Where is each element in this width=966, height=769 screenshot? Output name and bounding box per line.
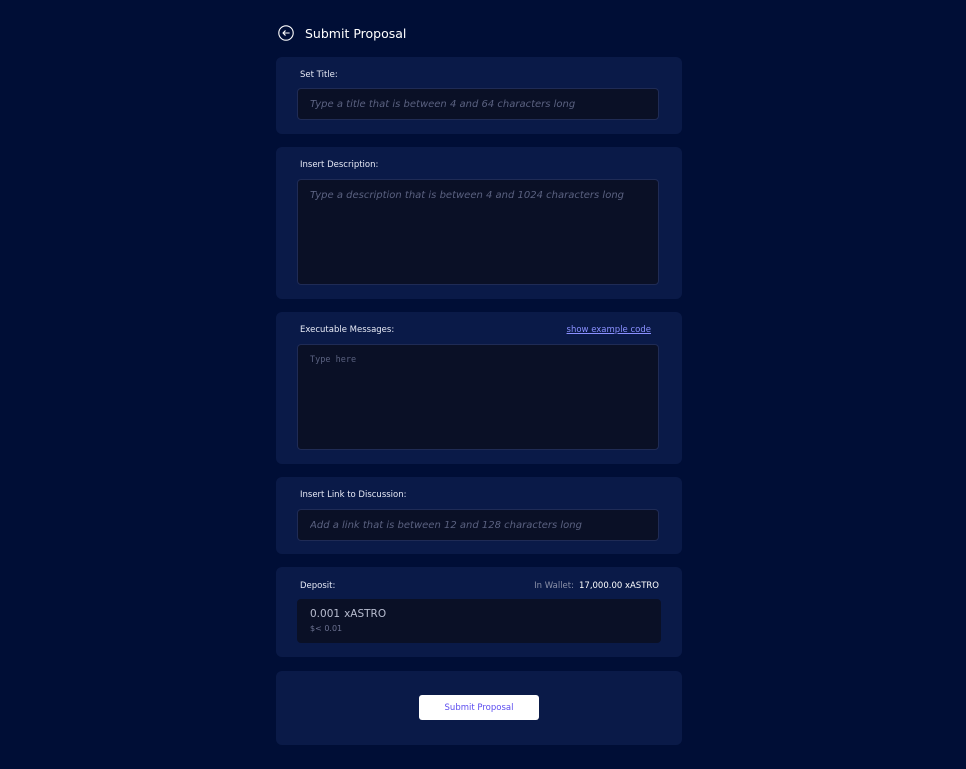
title-field xyxy=(297,88,659,120)
deposit-amount-value: 0.001 xyxy=(310,608,341,620)
deposit-token: xASTRO xyxy=(344,608,387,620)
discussion-link-card: Insert Link to Discussion: xyxy=(276,477,682,554)
deposit-amount: 0.001 xASTRO xyxy=(310,608,386,620)
deposit-usd-value: $< 0.01 xyxy=(310,624,343,633)
back-arrow-circle-icon[interactable] xyxy=(278,25,294,41)
messages-input[interactable] xyxy=(298,345,658,449)
title-card: Set Title: xyxy=(276,57,682,134)
submit-proposal-button[interactable]: Submit Proposal xyxy=(419,695,539,720)
description-field xyxy=(297,179,659,285)
discussion-link-field xyxy=(297,509,659,541)
deposit-amount-box: 0.001 xASTRO $< 0.01 xyxy=(297,599,661,643)
messages-label: Executable Messages: xyxy=(300,325,395,335)
messages-field xyxy=(297,344,659,450)
title-input[interactable] xyxy=(298,89,658,119)
page-title: Submit Proposal xyxy=(305,25,407,41)
description-card: Insert Description: xyxy=(276,147,682,299)
description-label: Insert Description: xyxy=(300,160,379,170)
deposit-card: Deposit: In Wallet: 17,000.00 xASTRO 0.0… xyxy=(276,567,682,657)
title-label: Set Title: xyxy=(300,70,338,80)
messages-card: Executable Messages: show example code xyxy=(276,312,682,464)
back-button[interactable] xyxy=(278,25,294,41)
discussion-link-label: Insert Link to Discussion: xyxy=(300,490,407,500)
page-header: Submit Proposal xyxy=(276,22,406,44)
wallet-value: 17,000.00 xASTRO xyxy=(579,581,659,591)
show-example-code-link[interactable]: show example code xyxy=(567,325,651,335)
discussion-link-input[interactable] xyxy=(298,510,658,540)
deposit-label: Deposit: xyxy=(300,581,336,591)
wallet-balance: In Wallet: 17,000.00 xASTRO xyxy=(534,581,659,591)
description-input[interactable] xyxy=(298,180,658,284)
wallet-label: In Wallet: xyxy=(534,581,574,591)
submit-card: Submit Proposal xyxy=(276,671,682,745)
